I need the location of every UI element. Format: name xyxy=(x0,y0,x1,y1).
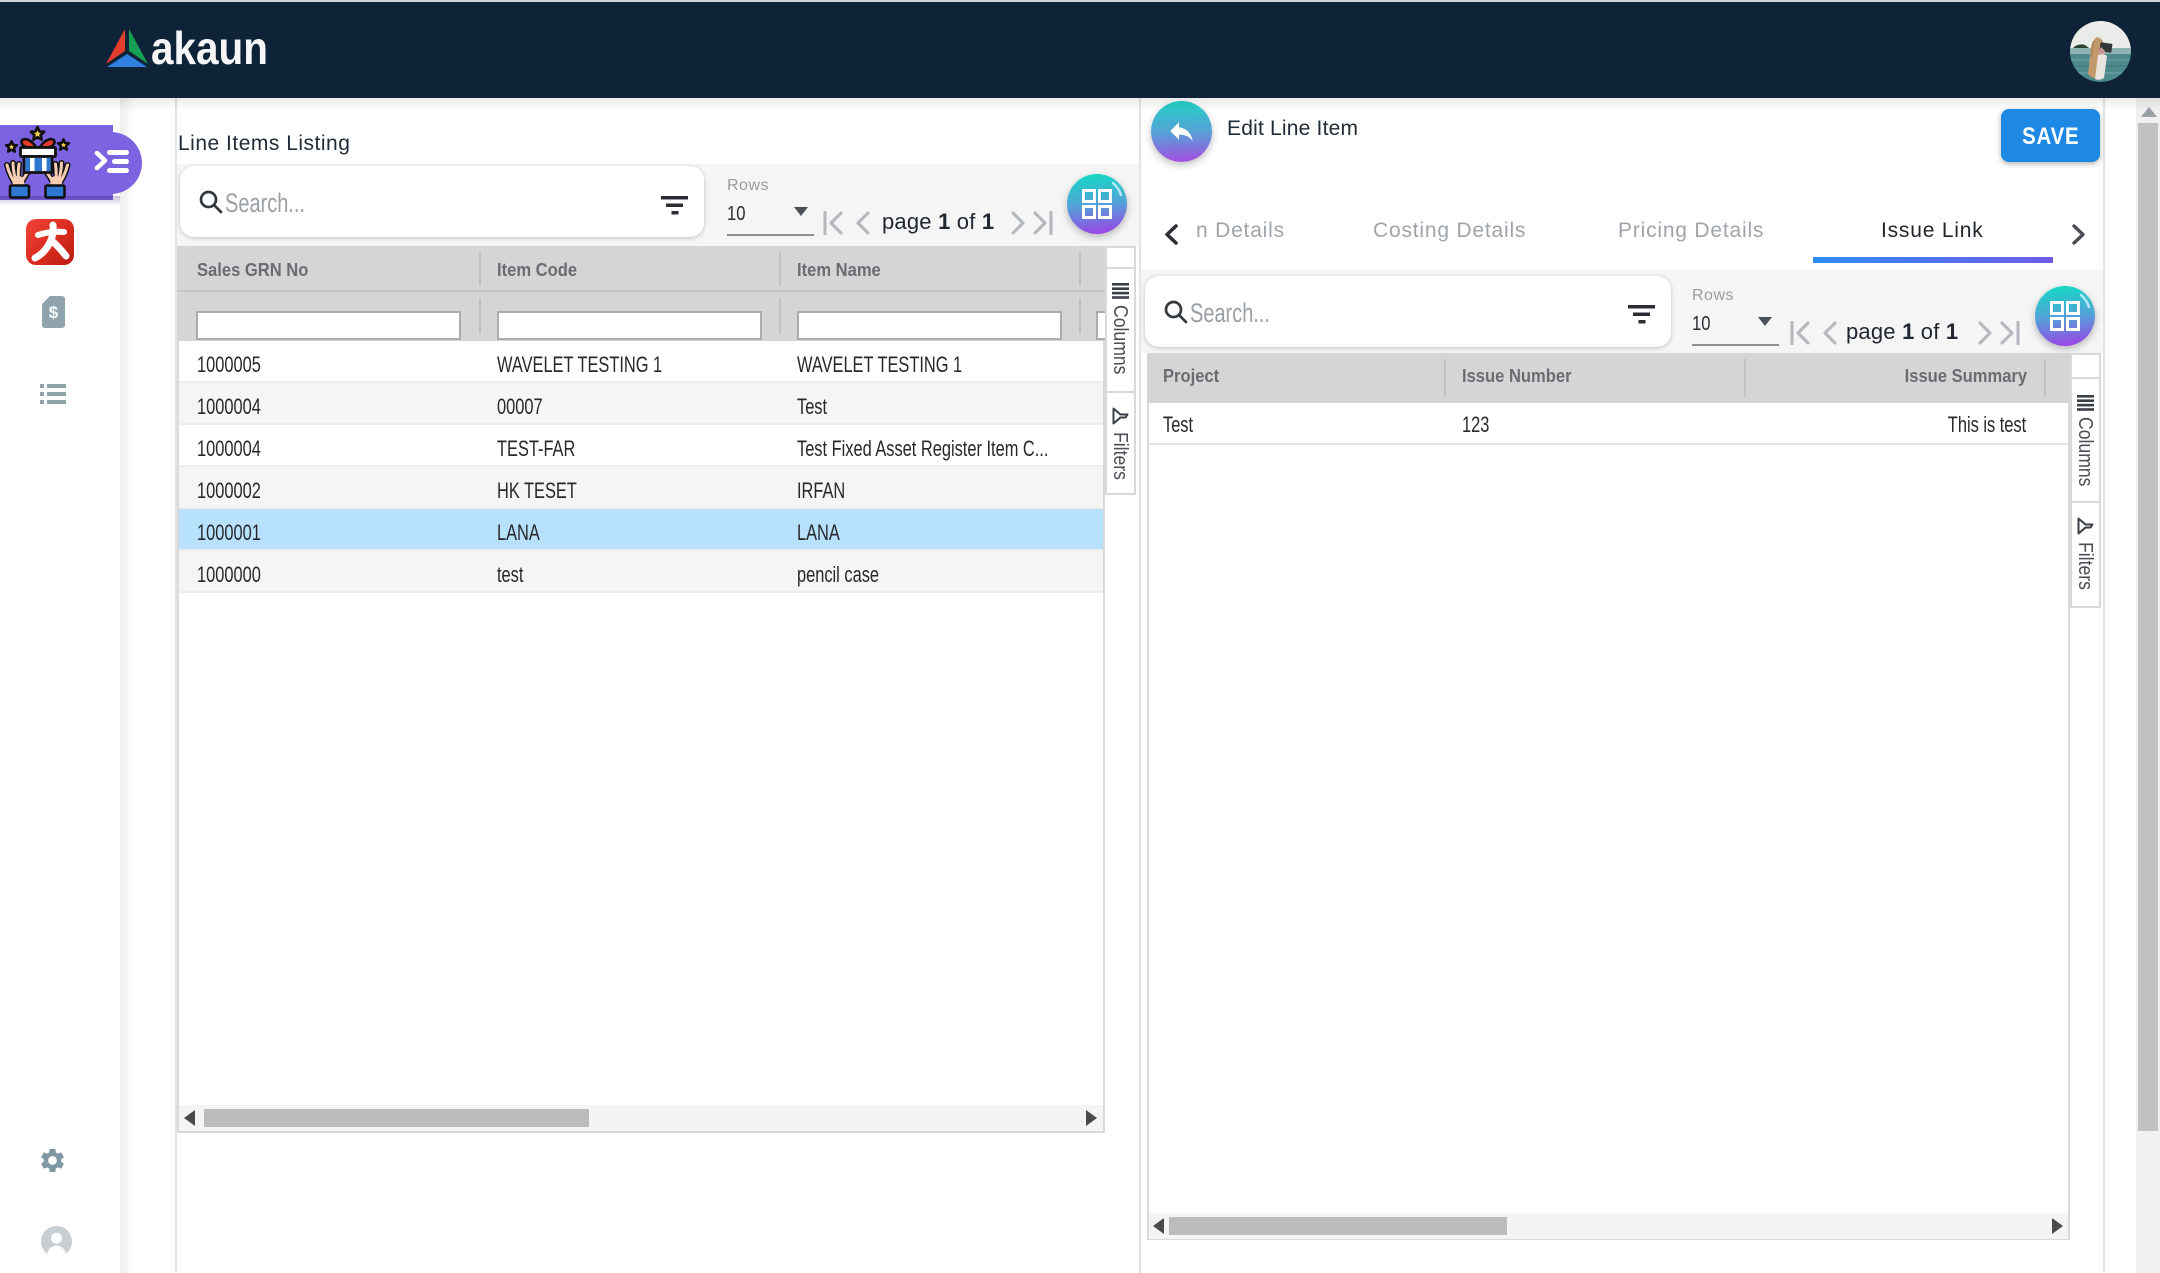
svg-text:$: $ xyxy=(49,303,59,322)
